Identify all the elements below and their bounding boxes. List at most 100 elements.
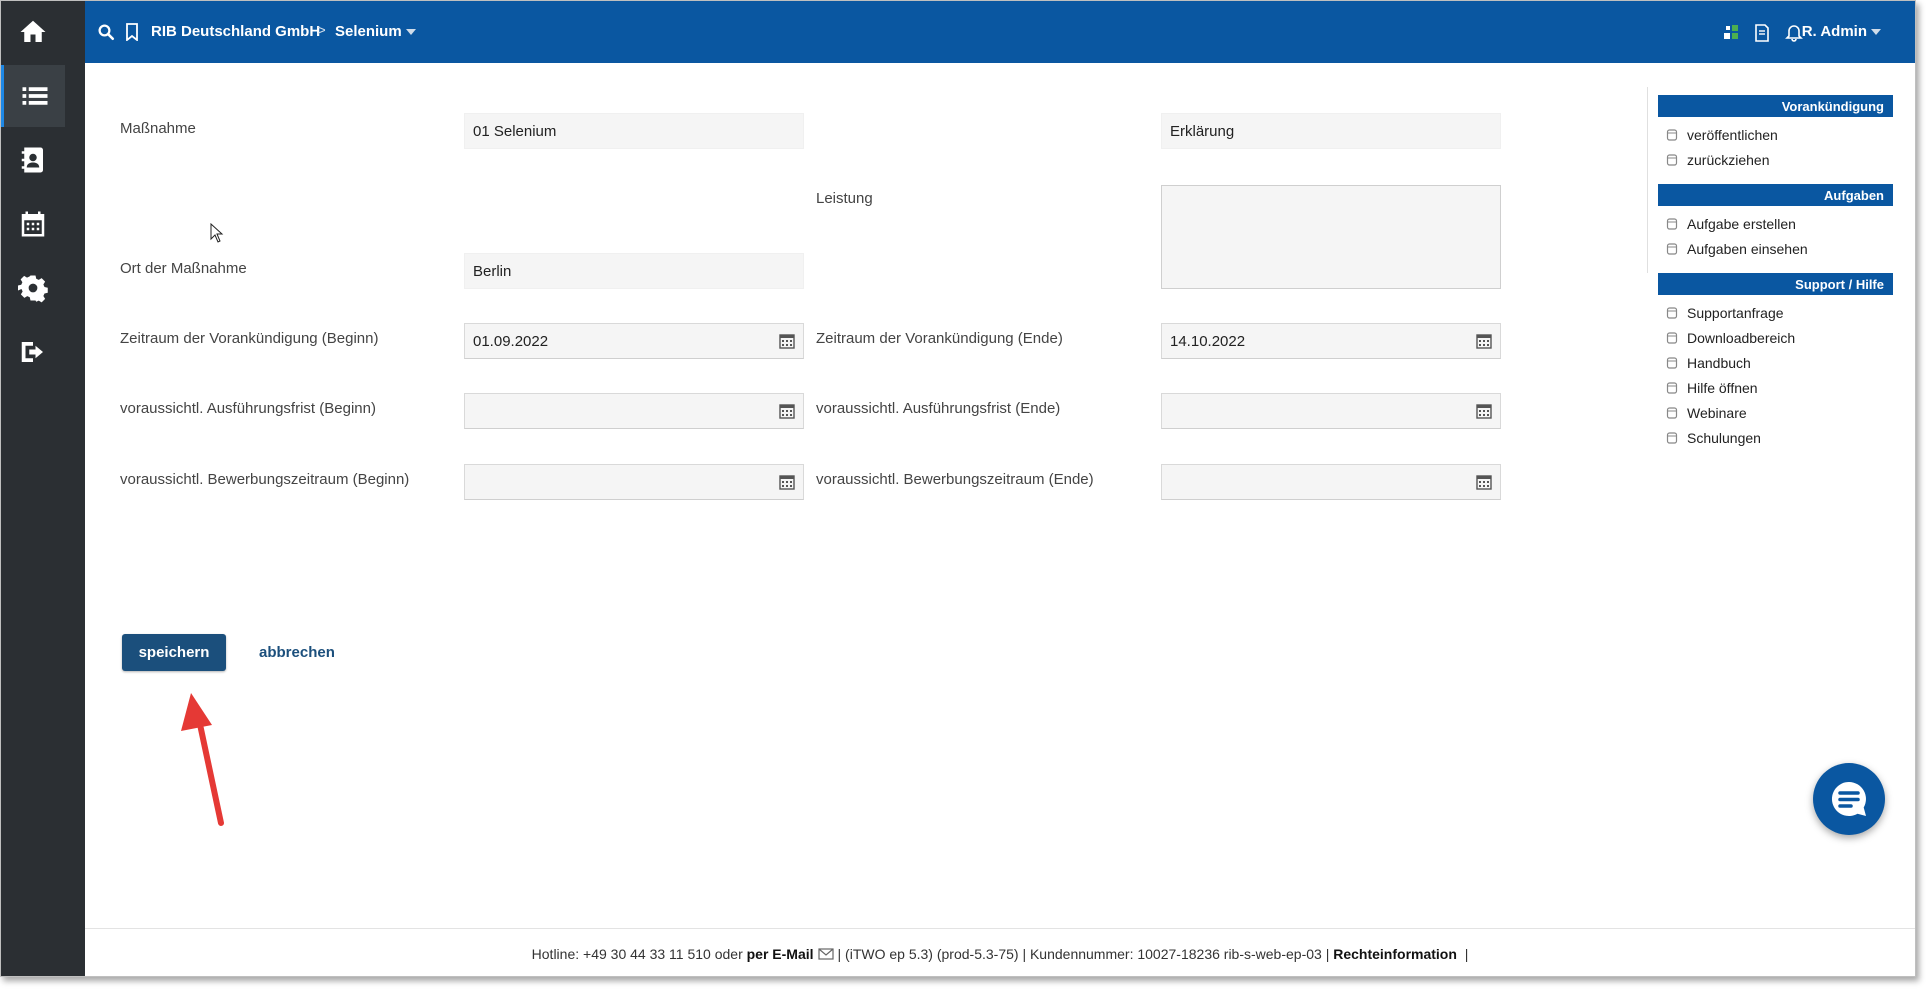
ausf-begin-field[interactable]: [464, 393, 804, 429]
contacts-icon[interactable]: [1, 129, 65, 191]
document-icon: [1666, 406, 1678, 419]
ort-field[interactable]: Berlin: [464, 253, 804, 289]
settings-icon[interactable]: [1, 257, 65, 319]
vorank-begin-field[interactable]: 01.09.2022: [464, 323, 804, 359]
action-label: Supportanfrage: [1687, 304, 1784, 321]
action-zurueckziehen[interactable]: zurückziehen: [1666, 147, 1893, 172]
mouse-cursor-icon: [210, 223, 224, 243]
document-icon: [1666, 381, 1678, 394]
user-menu[interactable]: R. Admin: [1802, 23, 1881, 40]
action-label: Handbuch: [1687, 354, 1751, 371]
bell-icon[interactable]: [1785, 24, 1803, 42]
action-label: zurückziehen: [1687, 151, 1770, 168]
bew-begin-field[interactable]: [464, 464, 804, 500]
rail-strip: [65, 1, 141, 976]
notes-icon[interactable]: [1753, 24, 1771, 42]
footer-end: |: [1464, 945, 1469, 962]
chevron-down-icon: [405, 29, 416, 36]
leistung-textarea[interactable]: [1161, 185, 1501, 289]
panel-section-vorankuendigung: Vorankündigung veröffentlichen zurückzie…: [1658, 95, 1893, 178]
bookmark-icon[interactable]: [125, 23, 139, 41]
action-schulungen[interactable]: Schulungen: [1666, 425, 1893, 450]
calendar-icon[interactable]: [1476, 403, 1492, 419]
action-label: Aufgabe erstellen: [1687, 215, 1796, 232]
panel-section-support: Support / Hilfe Supportanfrage Downloadb…: [1658, 273, 1893, 456]
action-veroeffentlichen[interactable]: veröffentlichen: [1666, 122, 1893, 147]
panel-section-aufgaben: Aufgaben Aufgabe erstellen Aufgaben eins…: [1658, 184, 1893, 267]
massnahme-label: Maßnahme: [120, 120, 196, 137]
document-icon: [1666, 242, 1678, 255]
ort-label: Ort der Maßnahme: [120, 260, 247, 277]
chat-icon: [1831, 781, 1866, 816]
document-icon: [1666, 431, 1678, 444]
annotation-arrow: [181, 693, 224, 826]
section-header: Vorankündigung: [1658, 95, 1893, 117]
user-name: R. Admin: [1801, 23, 1867, 40]
footer-legal-link[interactable]: Rechteinformation: [1333, 946, 1457, 962]
list-icon[interactable]: [1, 65, 65, 127]
document-icon: [1666, 153, 1678, 166]
cancel-link[interactable]: abbrechen: [259, 644, 335, 661]
footer-hotline: Hotline: +49 30 44 33 11 510 oder: [531, 945, 743, 962]
footer: Hotline: +49 30 44 33 11 510 oder per E-…: [85, 928, 1915, 976]
ausf-begin-label: voraussichtl. Ausführungsfrist (Beginn): [120, 400, 376, 417]
vorank-end-field[interactable]: 14.10.2022: [1161, 323, 1501, 359]
side-rail: [1, 1, 65, 976]
action-supportanfrage[interactable]: Supportanfrage: [1666, 300, 1893, 325]
calendar-icon[interactable]: [1, 193, 65, 255]
action-webinare[interactable]: Webinare: [1666, 400, 1893, 425]
search-icon[interactable]: [97, 23, 115, 41]
calendar-icon[interactable]: [779, 333, 795, 349]
bew-end-field[interactable]: [1161, 464, 1501, 500]
action-label: Schulungen: [1687, 429, 1761, 446]
action-aufgaben-einsehen[interactable]: Aufgaben einsehen: [1666, 236, 1893, 261]
form-area: Maßnahme 01 Selenium Erklärung Leistung …: [85, 63, 1645, 923]
logout-icon[interactable]: [1, 321, 65, 383]
footer-email-link[interactable]: per E-Mail: [747, 946, 814, 962]
calendar-icon[interactable]: [1476, 333, 1492, 349]
action-downloadbereich[interactable]: Downloadbereich: [1666, 325, 1893, 350]
save-button[interactable]: speichern: [122, 634, 226, 671]
ausf-end-label: voraussichtl. Ausführungsfrist (Ende): [816, 400, 1061, 417]
action-panel: Vorankündigung veröffentlichen zurückzie…: [1658, 95, 1893, 456]
action-label: veröffentlichen: [1687, 126, 1778, 143]
bew-begin-label: voraussichtl. Bewerbungszeitraum (Beginn…: [120, 471, 410, 488]
calendar-icon[interactable]: [779, 403, 795, 419]
document-icon: [1666, 128, 1678, 141]
top-bar: RIB Deutschland GmbH > Selenium R. Admin: [85, 1, 1915, 63]
home-icon[interactable]: [1, 1, 65, 63]
chat-button[interactable]: [1813, 763, 1885, 835]
breadcrumb-project[interactable]: Selenium: [335, 23, 416, 40]
vorank-begin-label: Zeitraum der Vorankündigung (Beginn): [120, 330, 379, 347]
action-label: Hilfe öffnen: [1687, 379, 1758, 396]
calendar-icon[interactable]: [1476, 474, 1492, 490]
document-icon: [1666, 217, 1678, 230]
erklaerung-field[interactable]: Erklärung: [1161, 113, 1501, 149]
section-header: Aufgaben: [1658, 184, 1893, 206]
calendar-icon[interactable]: [779, 474, 795, 490]
breadcrumb-separator: >: [317, 22, 326, 39]
action-aufgabe-erstellen[interactable]: Aufgabe erstellen: [1666, 211, 1893, 236]
apps-icon[interactable]: [1722, 24, 1740, 42]
chevron-down-icon: [1871, 29, 1881, 36]
bew-end-label: voraussichtl. Bewerbungszeitraum (Ende): [816, 471, 1094, 488]
document-icon: [1666, 331, 1678, 344]
project-label: Selenium: [335, 23, 402, 40]
breadcrumb-company[interactable]: RIB Deutschland GmbH: [151, 23, 320, 40]
app-window: RIB Deutschland GmbH > Selenium R. Admin…: [0, 0, 1916, 977]
vorank-end-value: 14.10.2022: [1170, 333, 1246, 350]
action-hilfe-oeffnen[interactable]: Hilfe öffnen: [1666, 375, 1893, 400]
vorank-begin-value: 01.09.2022: [473, 333, 549, 350]
massnahme-field[interactable]: 01 Selenium: [464, 113, 804, 149]
ausf-end-field[interactable]: [1161, 393, 1501, 429]
action-label: Downloadbereich: [1687, 329, 1796, 346]
document-icon: [1666, 356, 1678, 369]
footer-version: | (iTWO ep 5.3) (prod-5.3-75) | Kundennu…: [837, 945, 1330, 962]
action-label: Aufgaben einsehen: [1687, 240, 1808, 257]
action-handbuch[interactable]: Handbuch: [1666, 350, 1893, 375]
leistung-label: Leistung: [816, 190, 873, 207]
panel-divider: [1647, 87, 1648, 273]
action-label: Webinare: [1687, 404, 1747, 421]
vorank-end-label: Zeitraum der Vorankündigung (Ende): [816, 330, 1063, 347]
envelope-icon: [817, 947, 834, 960]
